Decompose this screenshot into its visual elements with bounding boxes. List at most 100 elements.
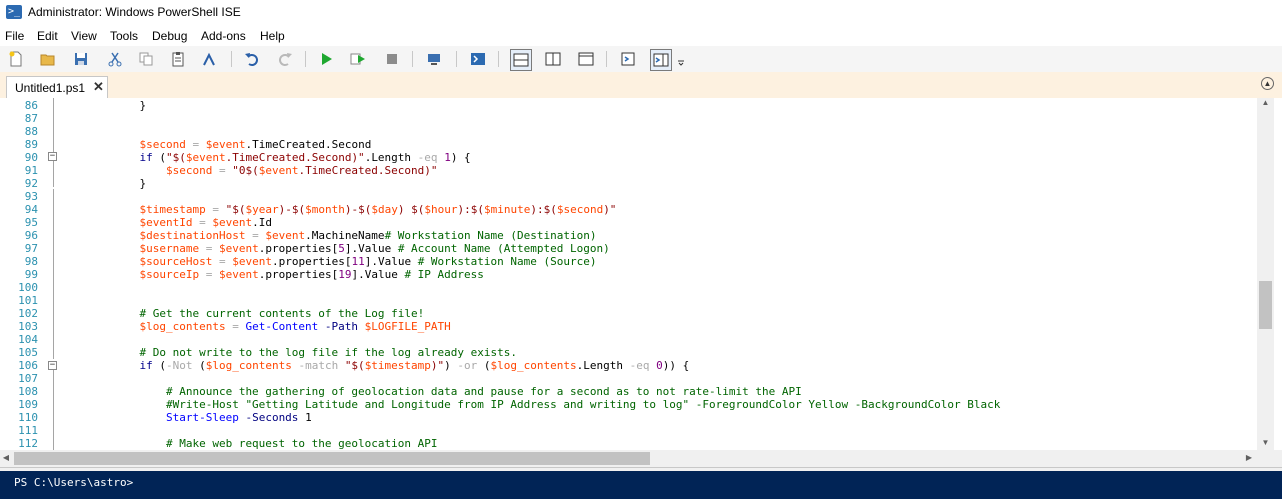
code-line[interactable]: $username = $event.properties[5].Value #… bbox=[60, 242, 609, 255]
script-editor[interactable]: 86 87 88 89 90 91 92 93 94 95 96 97 98 99 100 101 102 103… bbox=[0, 98, 1282, 450]
code-line[interactable]: $sourceIp = $event.properties[19].Value … bbox=[60, 268, 484, 281]
code-token: .properties[ bbox=[258, 268, 339, 281]
scroll-up-icon[interactable]: ▲ bbox=[1257, 98, 1274, 110]
run-icon[interactable] bbox=[316, 49, 336, 69]
code-token: . bbox=[324, 138, 332, 151]
code-token: .properties[ bbox=[258, 242, 339, 255]
vertical-scroll-thumb[interactable] bbox=[1259, 281, 1272, 329]
scroll-down-icon[interactable]: ▼ bbox=[1257, 438, 1274, 450]
show-command-addon-icon[interactable] bbox=[650, 49, 672, 71]
collapse-script-pane-icon[interactable]: ▲ bbox=[1261, 77, 1274, 90]
code-area[interactable]: } $second = $event.TimeCreated.Second if… bbox=[60, 98, 1255, 450]
console-pane[interactable]: PS C:\Users\astro> bbox=[0, 471, 1282, 499]
run-selection-icon[interactable] bbox=[348, 49, 368, 69]
code-line[interactable]: # Get the current contents of the Log fi… bbox=[60, 307, 424, 320]
fold-guide bbox=[53, 189, 54, 359]
copy-icon[interactable] bbox=[136, 49, 156, 69]
code-token: # Make web request to the geolocation AP… bbox=[165, 437, 438, 450]
code-token: ):$( bbox=[530, 203, 557, 216]
code-line[interactable]: # Make web request to the geolocation AP… bbox=[60, 437, 438, 450]
menu-view[interactable]: View bbox=[71, 29, 97, 43]
line-number: 105 bbox=[18, 346, 38, 359]
code-token: $event bbox=[205, 138, 246, 151]
code-token: $destinationHost bbox=[139, 229, 246, 242]
close-icon[interactable]: ✕ bbox=[93, 79, 104, 95]
code-line[interactable]: if ("$($event.TimeCreated.Second)".Lengt… bbox=[60, 151, 471, 164]
code-token: -match bbox=[291, 359, 345, 372]
show-script-maximized-icon[interactable] bbox=[576, 49, 596, 69]
line-number: 97 bbox=[24, 242, 38, 255]
horizontal-scroll-thumb[interactable] bbox=[14, 452, 650, 465]
code-line[interactable]: # Do not write to the log file if the lo… bbox=[60, 346, 517, 359]
remote-powershell-icon[interactable] bbox=[424, 49, 444, 69]
code-token: #Write-Host "Getting Latitude and Longit… bbox=[165, 398, 1001, 411]
show-script-top-icon[interactable] bbox=[510, 49, 532, 71]
stop-icon[interactable] bbox=[382, 49, 402, 69]
clear-console-icon[interactable] bbox=[199, 49, 219, 69]
code-token: = bbox=[245, 229, 266, 242]
show-script-right-icon[interactable] bbox=[543, 49, 563, 69]
code-line[interactable]: $sourceHost = $event.properties[11].Valu… bbox=[60, 255, 597, 268]
save-icon[interactable] bbox=[71, 49, 91, 69]
show-command-window-icon[interactable] bbox=[618, 49, 638, 69]
code-token: Second bbox=[331, 138, 372, 151]
code-token: $sourceIp bbox=[139, 268, 200, 281]
new-icon[interactable] bbox=[6, 49, 26, 69]
code-line[interactable]: } bbox=[60, 177, 146, 190]
code-line[interactable]: $timestamp = "$($year)-$($month)-$($day)… bbox=[60, 203, 616, 216]
code-line[interactable]: $second = "0$($event.TimeCreated.Second)… bbox=[60, 164, 438, 177]
code-line[interactable]: $eventId = $event.Id bbox=[60, 216, 271, 229]
code-line[interactable]: # Announce the gathering of geolocation … bbox=[60, 385, 802, 398]
line-number: 109 bbox=[18, 398, 38, 411]
menu-file[interactable]: File bbox=[5, 29, 24, 43]
menu-edit[interactable]: Edit bbox=[37, 29, 58, 43]
paste-icon[interactable] bbox=[168, 49, 188, 69]
redo-icon[interactable] bbox=[275, 49, 295, 69]
open-icon[interactable] bbox=[38, 49, 58, 69]
code-token: $event bbox=[218, 268, 259, 281]
code-line[interactable]: $destinationHost = $event.MachineName# W… bbox=[60, 229, 596, 242]
code-token: = bbox=[212, 255, 233, 268]
code-line[interactable]: $second = $event.TimeCreated.Second bbox=[60, 138, 371, 151]
menu-help[interactable]: Help bbox=[260, 29, 285, 43]
toolbar-separator bbox=[412, 51, 413, 67]
toolbar-separator bbox=[498, 51, 499, 67]
code-line[interactable]: if (-Not ($log_contents -match "$($times… bbox=[60, 359, 689, 372]
code-token: -Not bbox=[165, 359, 193, 372]
line-number: 94 bbox=[24, 203, 38, 216]
powershell-console-icon[interactable] bbox=[468, 49, 488, 69]
line-number: 98 bbox=[24, 255, 38, 268]
code-token: ( bbox=[152, 151, 166, 164]
code-line[interactable]: #Write-Host "Getting Latitude and Longit… bbox=[60, 398, 1000, 411]
menu-addons[interactable]: Add-ons bbox=[201, 29, 246, 43]
code-token: # IP Address bbox=[404, 268, 484, 281]
line-number: 91 bbox=[24, 164, 38, 177]
cut-icon[interactable] bbox=[105, 49, 125, 69]
fold-toggle-icon[interactable]: − bbox=[48, 152, 57, 161]
scroll-right-icon[interactable]: ▶ bbox=[1243, 453, 1255, 465]
line-number: 96 bbox=[24, 229, 38, 242]
menu-tools[interactable]: Tools bbox=[110, 29, 138, 43]
code-token: = bbox=[199, 242, 219, 255]
vertical-scrollbar[interactable]: ▲ ▼ bbox=[1257, 98, 1274, 450]
undo-icon[interactable] bbox=[242, 49, 262, 69]
code-line[interactable]: $log_contents = Get-Content -Path $LOGFI… bbox=[60, 320, 450, 333]
code-token: -eq bbox=[411, 151, 445, 164]
code-token: ) { bbox=[450, 151, 471, 164]
horizontal-scrollbar[interactable]: ◀ ▶ bbox=[0, 450, 1257, 467]
code-line[interactable]: } bbox=[60, 99, 146, 112]
code-token: ].Value bbox=[364, 255, 418, 268]
code-token: # Workstation Name (Source) bbox=[417, 255, 597, 268]
menu-debug[interactable]: Debug bbox=[152, 29, 187, 43]
fold-toggle-icon[interactable]: − bbox=[48, 361, 57, 370]
code-token: $event bbox=[265, 229, 306, 242]
more-icon[interactable] bbox=[676, 49, 686, 69]
scroll-left-icon[interactable]: ◀ bbox=[0, 453, 12, 465]
code-line[interactable]: Start-Sleep -Seconds 1 bbox=[60, 411, 312, 424]
tab-untitled1[interactable]: Untitled1.ps1 ✕ bbox=[6, 76, 108, 98]
